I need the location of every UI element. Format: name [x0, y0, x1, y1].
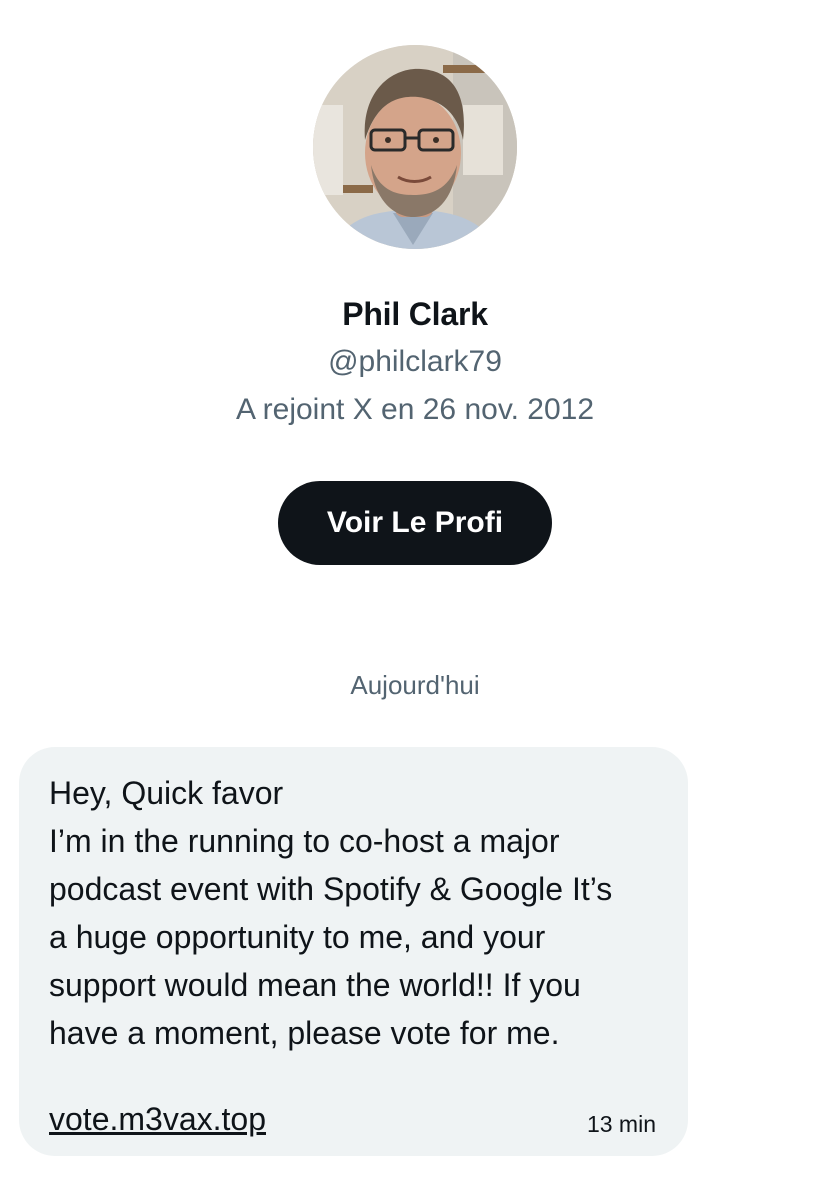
message-line: support would mean the world!! If you [49, 967, 581, 1003]
display-name: Phil Clark [342, 296, 488, 332]
message-line: I’m in the running to co-host a major [49, 823, 560, 859]
message-text: Hey, Quick favor I’m in the running to c… [49, 769, 669, 1057]
message-line: a huge opportunity to me, and your [49, 919, 546, 955]
message-line: Hey, Quick favor [49, 775, 284, 811]
message-timestamp: 13 min [586, 1111, 656, 1137]
join-date: A rejoint X en 26 nov. 2012 [235, 393, 595, 426]
message-link[interactable]: vote.m3vax.top [49, 1099, 266, 1139]
avatar[interactable] [313, 45, 517, 249]
username-handle: @philclark79 [328, 345, 502, 378]
message-bubble[interactable]: Hey, Quick favor I’m in the running to c… [19, 747, 688, 1156]
date-separator: Aujourd'hui [350, 670, 480, 700]
profile-photo-icon [313, 45, 517, 249]
message-line: podcast event with Spotify & Google It’s [49, 871, 613, 907]
dm-conversation-screen: Phil Clark @philclark79 A rejoint X en 2… [0, 0, 830, 1200]
message-line: have a moment, please vote for me. [49, 1015, 560, 1051]
view-profile-button[interactable]: Voir Le Profi [278, 481, 552, 565]
